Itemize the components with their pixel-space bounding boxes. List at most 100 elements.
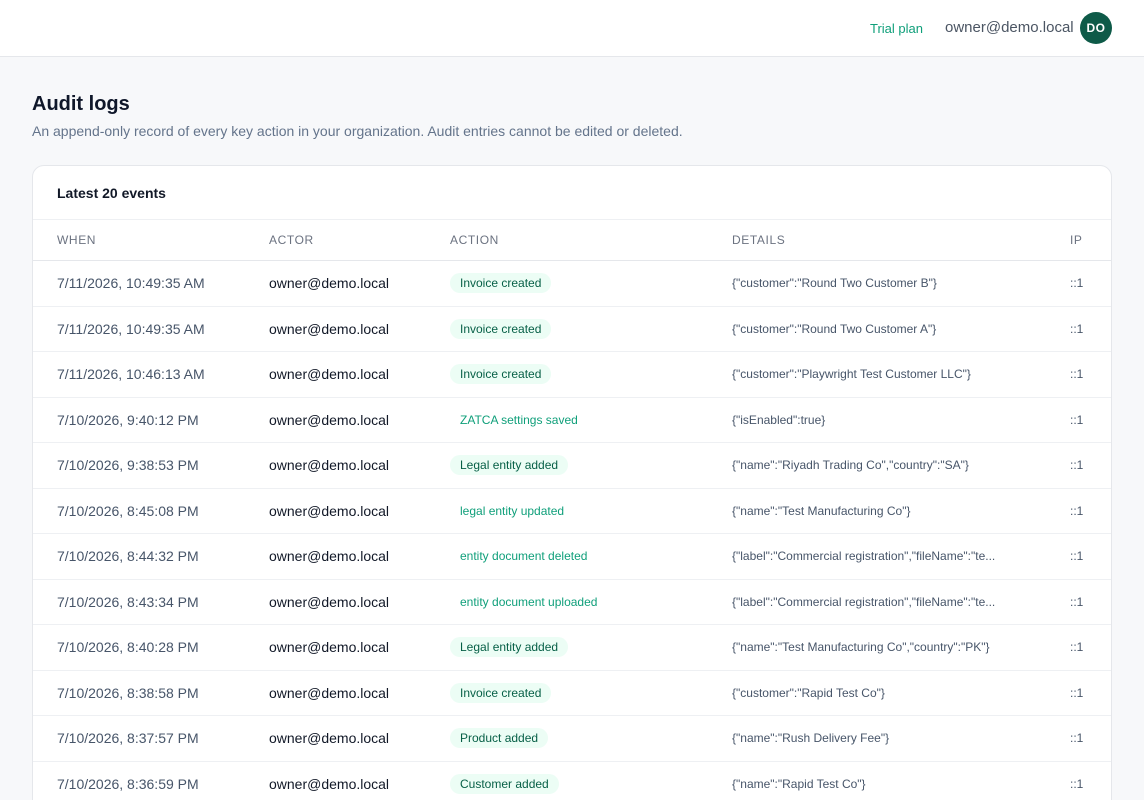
cell-details: {"customer":"Round Two Customer A"} [732, 307, 1032, 352]
action-badge: Invoice created [450, 318, 552, 339]
column-header-actor: Actor [269, 233, 314, 247]
cell-actor: owner@demo.local [269, 457, 390, 474]
cell-details: {"name":"Rapid Test Co"} [732, 762, 1032, 800]
cell-details: {"customer":"Rapid Test Co"} [732, 671, 1032, 716]
cell-details: {"name":"Test Manufacturing Co"} [732, 489, 1032, 534]
table-row: 7/11/2026, 10:49:35 AM owner@demo.local In… [33, 307, 1111, 352]
column-header-details: Details [732, 233, 786, 247]
action-badge: ZATCA settings saved [460, 412, 578, 427]
details-text: {"label":"Commercial registration","file… [732, 594, 996, 609]
cell-when: 7/10/2026, 9:38:53 PM [57, 457, 199, 474]
cell-details: {"customer":"Playwright Test Customer LL… [732, 352, 1032, 397]
cell-action: Invoice created [450, 261, 552, 306]
cell-action: Invoice created [450, 352, 552, 397]
details-text: {"customer":"Rapid Test Co"} [732, 685, 885, 700]
cell-ip: ::1 [1070, 685, 1084, 700]
cell-action: Invoice created [450, 671, 552, 716]
table-row: 7/10/2026, 9:40:12 PM owner@demo.local ZAT… [33, 398, 1111, 443]
cell-when: 7/10/2026, 8:40:28 PM [57, 639, 199, 656]
cell-ip: ::1 [1070, 321, 1084, 336]
cell-ip: ::1 [1070, 412, 1084, 427]
cell-actor: owner@demo.local [269, 730, 390, 747]
cell-details: {"label":"Commercial registration","file… [732, 580, 1032, 625]
cell-details: {"name":"Riyadh Trading Co","country":"S… [732, 443, 1032, 488]
table-row: 7/10/2026, 8:44:32 PM owner@demo.local ent… [33, 534, 1111, 580]
table-row: 7/10/2026, 8:40:28 PM owner@demo.local Leg… [33, 625, 1111, 671]
details-text: {"name":"Rapid Test Co"} [732, 776, 866, 791]
action-badge: Legal entity added [450, 455, 569, 476]
cell-actor: owner@demo.local [269, 275, 390, 292]
details-text: {"customer":"Round Two Customer B"} [732, 276, 937, 291]
details-text: {"name":"Test Manufacturing Co"} [732, 503, 911, 518]
cell-actor: owner@demo.local [269, 593, 390, 610]
cell-actor: owner@demo.local [269, 548, 390, 565]
cell-ip: ::1 [1070, 594, 1084, 609]
cell-details: {"label":"Commercial registration","file… [732, 534, 1032, 579]
cell-actor: owner@demo.local [269, 502, 390, 519]
table-row: 7/11/2026, 10:49:35 AM owner@demo.local In… [33, 261, 1111, 307]
cell-when: 7/10/2026, 8:36:59 PM [57, 775, 199, 792]
cell-actor: owner@demo.local [269, 320, 390, 337]
column-header-ip: IP [1070, 233, 1083, 247]
details-text: {"name":"Test Manufacturing Co","country… [732, 640, 990, 655]
cell-ip: ::1 [1070, 549, 1084, 564]
cell-actor: owner@demo.local [269, 366, 390, 383]
cell-when: 7/10/2026, 8:44:32 PM [57, 548, 199, 565]
cell-ip: ::1 [1070, 776, 1084, 791]
cell-when: 7/10/2026, 8:43:34 PM [57, 593, 199, 610]
cell-when: 7/10/2026, 8:45:08 PM [57, 502, 199, 519]
cell-action: Legal entity added [450, 625, 569, 670]
cell-action: entity document uploaded [450, 580, 607, 625]
audit-table-body: 7/11/2026, 10:49:35 AM owner@demo.local In… [33, 261, 1111, 800]
table-row: 7/11/2026, 10:46:13 AM owner@demo.local In… [33, 352, 1111, 398]
cell-ip: ::1 [1070, 503, 1084, 518]
cell-when: 7/11/2026, 10:49:35 AM [57, 275, 205, 292]
cell-when: 7/10/2026, 9:40:12 PM [57, 411, 199, 428]
cell-details: {"isEnabled":true} [732, 398, 1032, 443]
action-badge: Customer added [450, 773, 559, 794]
card-title: Latest 20 events [57, 185, 166, 201]
table-row: 7/10/2026, 9:38:53 PM owner@demo.local Leg… [33, 443, 1111, 489]
cell-details: {"name":"Rush Delivery Fee"} [732, 716, 1032, 761]
cell-when: 7/10/2026, 8:37:57 PM [57, 730, 199, 747]
cell-ip: ::1 [1070, 367, 1084, 382]
audit-log-card: Latest 20 events When Actor Action Detai… [32, 165, 1112, 800]
cell-ip: ::1 [1070, 458, 1084, 473]
table-row: 7/10/2026, 8:45:08 PM owner@demo.local leg… [33, 489, 1111, 534]
details-text: {"customer":"Playwright Test Customer LL… [732, 367, 971, 382]
table-row: 7/10/2026, 8:36:59 PM owner@demo.local Cus… [33, 762, 1111, 800]
cell-action: Customer added [450, 762, 559, 800]
cell-details: {"name":"Test Manufacturing Co","country… [732, 625, 1032, 670]
details-text: {"label":"Commercial registration","file… [732, 549, 996, 564]
action-badge: Invoice created [450, 682, 552, 703]
details-text: {"name":"Rush Delivery Fee"} [732, 731, 890, 746]
cell-action: entity document deleted [450, 534, 597, 579]
cell-actor: owner@demo.local [269, 639, 390, 656]
table-row: 7/10/2026, 8:37:57 PM owner@demo.local Pro… [33, 716, 1111, 762]
cell-action: ZATCA settings saved [450, 398, 588, 443]
cell-details: {"customer":"Round Two Customer B"} [732, 261, 1032, 306]
cell-when: 7/11/2026, 10:46:13 AM [57, 366, 205, 383]
cell-actor: owner@demo.local [269, 411, 390, 428]
action-badge: Invoice created [450, 273, 552, 294]
cell-actor: owner@demo.local [269, 775, 390, 792]
avatar[interactable]: DO [1080, 12, 1112, 44]
column-header-when: When [57, 233, 97, 247]
table-row: 7/10/2026, 8:43:34 PM owner@demo.local ent… [33, 580, 1111, 625]
action-badge: Invoice created [450, 364, 552, 385]
action-badge: entity document uploaded [460, 594, 598, 609]
top-bar: Trial plan owner@demo.local DO [0, 0, 1144, 57]
details-text: {"customer":"Round Two Customer A"} [732, 321, 937, 336]
details-text: {"name":"Riyadh Trading Co","country":"S… [732, 458, 969, 473]
column-header-action: Action [450, 233, 499, 247]
action-badge: Product added [450, 728, 549, 749]
cell-actor: owner@demo.local [269, 684, 390, 701]
action-badge: entity document deleted [460, 549, 588, 564]
plan-link[interactable]: Trial plan [870, 21, 923, 36]
table-row: 7/10/2026, 8:38:58 PM owner@demo.local Inv… [33, 671, 1111, 716]
cell-action: Product added [450, 716, 549, 761]
divider [33, 219, 1111, 220]
details-text: {"isEnabled":true} [732, 412, 826, 427]
cell-when: 7/11/2026, 10:49:35 AM [57, 320, 205, 337]
cell-action: Invoice created [450, 307, 552, 352]
